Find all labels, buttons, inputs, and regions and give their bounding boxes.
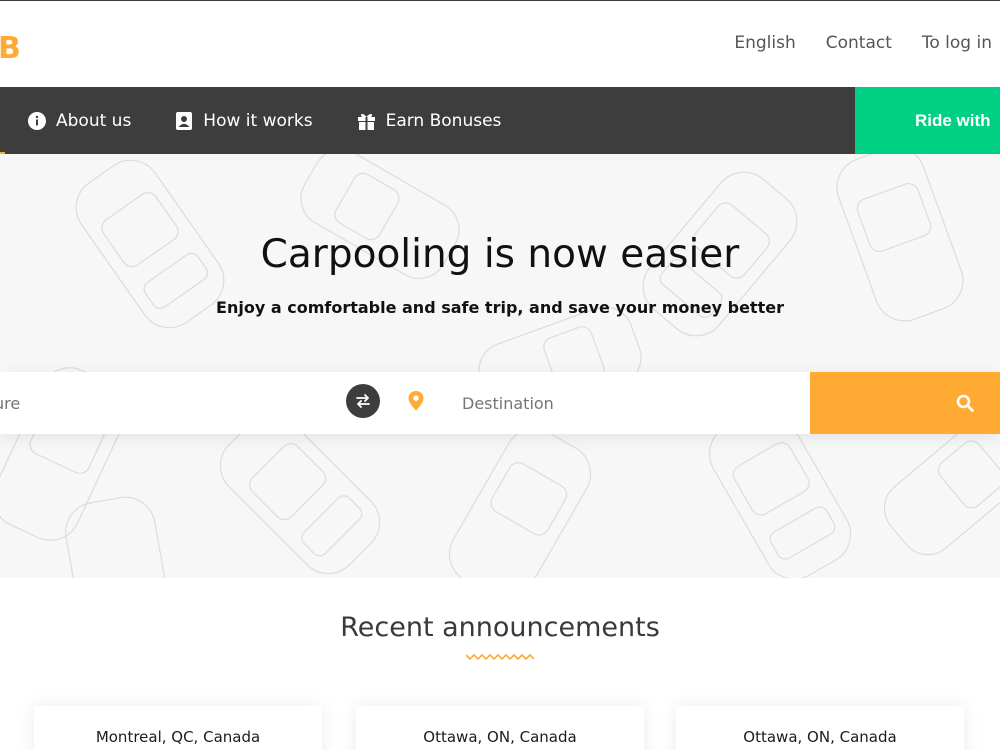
nav-item-how-it-works[interactable]: How it works	[175, 110, 313, 131]
nav-item-label: How it works	[203, 110, 313, 131]
hero-section: Carpooling is now easier Enjoy a comfort…	[0, 154, 1000, 578]
announcement-card[interactable]: Montreal, QC, Canada	[34, 706, 322, 750]
recent-announcements-title: Recent announcements	[340, 612, 660, 643]
language-link[interactable]: English	[734, 33, 795, 53]
nav-item-label: About us	[56, 110, 132, 131]
swap-arrows-icon	[356, 394, 370, 408]
info-circle-icon	[28, 111, 46, 130]
nav-item-about-us[interactable]: About us	[28, 111, 131, 131]
login-link[interactable]: To log in	[922, 33, 992, 53]
search-icon	[956, 394, 974, 412]
announcement-card[interactable]: Ottawa, ON, Canada	[356, 706, 644, 750]
car-pattern-background	[0, 154, 1000, 578]
id-card-icon	[176, 111, 193, 130]
ride-with-button[interactable]: Ride with	[855, 87, 1000, 154]
main-nav: About us How it works Earn Bonuses	[0, 87, 1000, 154]
title-underline-decoration	[466, 653, 534, 661]
logo[interactable]: B	[0, 31, 21, 66]
announcement-card[interactable]: Ottawa, ON, Canada	[676, 706, 964, 750]
top-header: B English Contact To log in	[0, 0, 1000, 87]
nav-item-earn-bonuses[interactable]: Earn Bonuses	[357, 110, 502, 131]
hero-title: Carpooling is now easier	[260, 232, 740, 277]
top-links: English Contact To log in	[734, 33, 992, 53]
card-city: Ottawa, ON, Canada	[743, 728, 897, 746]
card-city: Ottawa, ON, Canada	[423, 728, 577, 746]
card-city: Montreal, QC, Canada	[95, 728, 261, 746]
swap-button[interactable]	[346, 384, 380, 418]
gift-icon	[357, 113, 375, 130]
map-pin-icon	[408, 391, 424, 411]
departure-input[interactable]	[0, 372, 324, 434]
contact-link[interactable]: Contact	[826, 33, 892, 53]
destination-input[interactable]	[462, 372, 802, 434]
hero-subtitle: Enjoy a comfortable and safe trip, and s…	[216, 298, 784, 317]
search-button[interactable]	[810, 372, 1000, 434]
nav-item-label: Earn Bonuses	[385, 110, 502, 131]
